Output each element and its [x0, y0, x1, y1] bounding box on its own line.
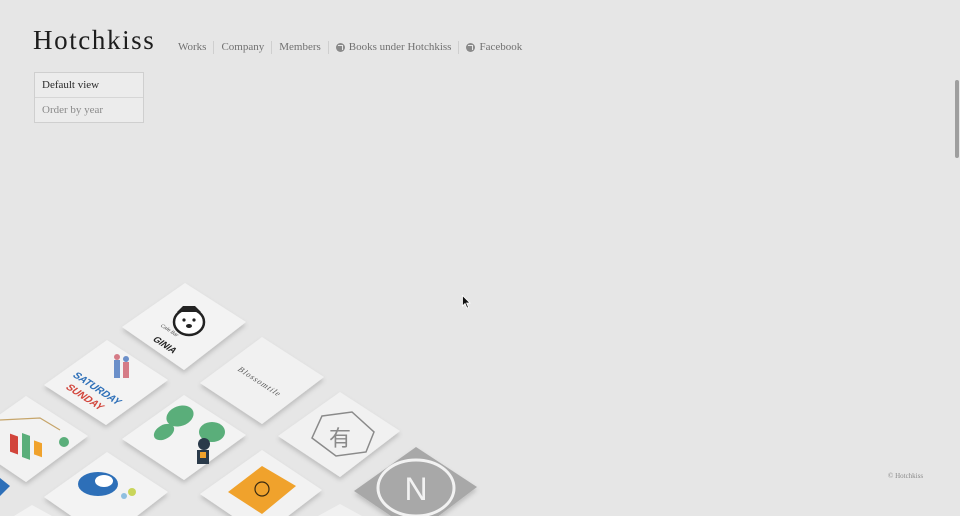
copyright-text: © Hotchkiss — [888, 472, 924, 480]
tile-fragment — [0, 478, 10, 496]
works-isometric-grid: GINIA Cafe Bar SATURDAY SUNDAY Blossomti… — [0, 283, 477, 516]
tile-fragment — [318, 504, 362, 516]
work-tile-leaves[interactable] — [122, 395, 246, 480]
work-tile-n-logo[interactable]: N — [354, 447, 477, 516]
work-tile-yu[interactable]: 有 — [278, 392, 400, 477]
work-tile-saturday-sunday[interactable]: SATURDAY SUNDAY — [44, 340, 168, 425]
scrollbar[interactable] — [953, 0, 960, 516]
work-tile-matryoshka[interactable] — [44, 452, 168, 516]
work-tile-infographic[interactable] — [0, 396, 88, 482]
mouse-cursor-icon — [462, 295, 471, 309]
work-tile-ginia[interactable]: GINIA Cafe Bar — [122, 283, 246, 370]
n-logo-label: N — [404, 471, 427, 507]
work-tile-orange-book[interactable] — [200, 450, 322, 516]
scrollbar-thumb[interactable] — [955, 80, 959, 158]
yu-label: 有 — [329, 427, 351, 452]
dog-logo-icon — [172, 307, 206, 337]
work-tile-blossomtile[interactable]: Blossomtile — [200, 337, 324, 424]
tile-fragment — [14, 505, 52, 516]
